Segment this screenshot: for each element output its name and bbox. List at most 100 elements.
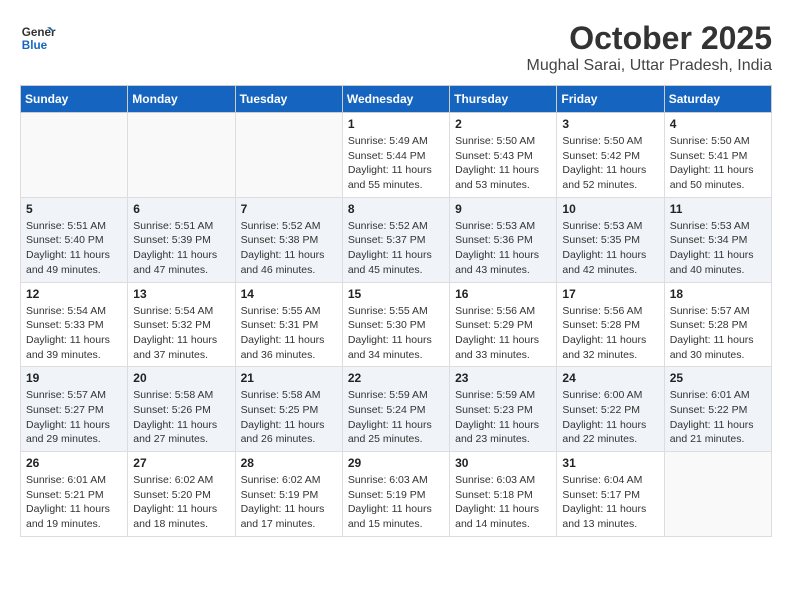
day-number: 2 — [455, 117, 551, 131]
calendar-cell: 6 Sunrise: 5:51 AM Sunset: 5:39 PM Daylig… — [128, 197, 235, 282]
calendar-cell — [21, 113, 128, 198]
weekday-header-row: SundayMondayTuesdayWednesdayThursdayFrid… — [21, 86, 772, 113]
day-number: 9 — [455, 202, 551, 216]
day-info: Sunrise: 5:50 AM Sunset: 5:43 PM Dayligh… — [455, 134, 551, 193]
day-info: Sunrise: 6:00 AM Sunset: 5:22 PM Dayligh… — [562, 388, 658, 447]
calendar-cell: 28 Sunrise: 6:02 AM Sunset: 5:19 PM Dayli… — [235, 452, 342, 537]
day-number: 17 — [562, 287, 658, 301]
day-info: Sunrise: 5:51 AM Sunset: 5:40 PM Dayligh… — [26, 219, 122, 278]
day-number: 3 — [562, 117, 658, 131]
weekday-header-sunday: Sunday — [21, 86, 128, 113]
calendar-cell: 19 Sunrise: 5:57 AM Sunset: 5:27 PM Dayli… — [21, 367, 128, 452]
day-number: 6 — [133, 202, 229, 216]
day-info: Sunrise: 5:56 AM Sunset: 5:28 PM Dayligh… — [562, 304, 658, 363]
day-number: 18 — [670, 287, 766, 301]
day-number: 20 — [133, 371, 229, 385]
day-info: Sunrise: 5:49 AM Sunset: 5:44 PM Dayligh… — [348, 134, 444, 193]
calendar-cell: 10 Sunrise: 5:53 AM Sunset: 5:35 PM Dayli… — [557, 197, 664, 282]
day-number: 28 — [241, 456, 337, 470]
month-title: October 2025 — [527, 20, 772, 57]
calendar-cell — [128, 113, 235, 198]
calendar-week-row: 19 Sunrise: 5:57 AM Sunset: 5:27 PM Dayli… — [21, 367, 772, 452]
day-info: Sunrise: 6:02 AM Sunset: 5:19 PM Dayligh… — [241, 473, 337, 532]
day-info: Sunrise: 6:03 AM Sunset: 5:18 PM Dayligh… — [455, 473, 551, 532]
day-info: Sunrise: 5:51 AM Sunset: 5:39 PM Dayligh… — [133, 219, 229, 278]
day-number: 5 — [26, 202, 122, 216]
calendar-cell: 30 Sunrise: 6:03 AM Sunset: 5:18 PM Dayli… — [450, 452, 557, 537]
calendar-cell: 31Sunrise: 6:04 AM Sunset: 5:17 PM Dayli… — [557, 452, 664, 537]
day-info: Sunrise: 5:52 AM Sunset: 5:38 PM Dayligh… — [241, 219, 337, 278]
day-number: 10 — [562, 202, 658, 216]
day-info: Sunrise: 5:53 AM Sunset: 5:36 PM Dayligh… — [455, 219, 551, 278]
calendar-cell: 25 Sunrise: 6:01 AM Sunset: 5:22 PM Dayli… — [664, 367, 771, 452]
day-info: Sunrise: 5:57 AM Sunset: 5:28 PM Dayligh… — [670, 304, 766, 363]
calendar-table: SundayMondayTuesdayWednesdayThursdayFrid… — [20, 85, 772, 537]
day-number: 16 — [455, 287, 551, 301]
calendar-cell: 7 Sunrise: 5:52 AM Sunset: 5:38 PM Daylig… — [235, 197, 342, 282]
calendar-week-row: 12 Sunrise: 5:54 AM Sunset: 5:33 PM Dayli… — [21, 282, 772, 367]
day-info: Sunrise: 5:52 AM Sunset: 5:37 PM Dayligh… — [348, 219, 444, 278]
calendar-cell: 17 Sunrise: 5:56 AM Sunset: 5:28 PM Dayli… — [557, 282, 664, 367]
day-number: 8 — [348, 202, 444, 216]
weekday-header-friday: Friday — [557, 86, 664, 113]
day-number: 25 — [670, 371, 766, 385]
day-number: 24 — [562, 371, 658, 385]
calendar-cell: 11 Sunrise: 5:53 AM Sunset: 5:34 PM Dayli… — [664, 197, 771, 282]
day-info: Sunrise: 6:04 AM Sunset: 5:17 PM Dayligh… — [562, 473, 658, 532]
day-info: Sunrise: 6:02 AM Sunset: 5:20 PM Dayligh… — [133, 473, 229, 532]
day-number: 27 — [133, 456, 229, 470]
calendar-cell: 15Sunrise: 5:55 AM Sunset: 5:30 PM Dayli… — [342, 282, 449, 367]
calendar-cell: 12 Sunrise: 5:54 AM Sunset: 5:33 PM Dayli… — [21, 282, 128, 367]
calendar-cell: 26Sunrise: 6:01 AM Sunset: 5:21 PM Dayli… — [21, 452, 128, 537]
calendar-cell: 20 Sunrise: 5:58 AM Sunset: 5:26 PM Dayli… — [128, 367, 235, 452]
calendar-cell: 8 Sunrise: 5:52 AM Sunset: 5:37 PM Daylig… — [342, 197, 449, 282]
day-info: Sunrise: 5:53 AM Sunset: 5:35 PM Dayligh… — [562, 219, 658, 278]
day-info: Sunrise: 5:58 AM Sunset: 5:26 PM Dayligh… — [133, 388, 229, 447]
calendar-cell: 22Sunrise: 5:59 AM Sunset: 5:24 PM Dayli… — [342, 367, 449, 452]
day-number: 21 — [241, 371, 337, 385]
calendar-cell: 9 Sunrise: 5:53 AM Sunset: 5:36 PM Daylig… — [450, 197, 557, 282]
calendar-cell: 27 Sunrise: 6:02 AM Sunset: 5:20 PM Dayli… — [128, 452, 235, 537]
day-number: 19 — [26, 371, 122, 385]
calendar-cell — [664, 452, 771, 537]
day-info: Sunrise: 5:50 AM Sunset: 5:42 PM Dayligh… — [562, 134, 658, 193]
day-info: Sunrise: 6:01 AM Sunset: 5:22 PM Dayligh… — [670, 388, 766, 447]
calendar-cell: 5 Sunrise: 5:51 AM Sunset: 5:40 PM Daylig… — [21, 197, 128, 282]
day-info: Sunrise: 5:54 AM Sunset: 5:32 PM Dayligh… — [133, 304, 229, 363]
calendar-cell: 23 Sunrise: 5:59 AM Sunset: 5:23 PM Dayli… — [450, 367, 557, 452]
day-info: Sunrise: 5:56 AM Sunset: 5:29 PM Dayligh… — [455, 304, 551, 363]
page-header: General Blue October 2025 Mughal Sarai, … — [20, 20, 772, 75]
day-number: 23 — [455, 371, 551, 385]
day-number: 15 — [348, 287, 444, 301]
calendar-cell: 1 Sunrise: 5:49 AM Sunset: 5:44 PM Daylig… — [342, 113, 449, 198]
day-number: 4 — [670, 117, 766, 131]
day-info: Sunrise: 5:54 AM Sunset: 5:33 PM Dayligh… — [26, 304, 122, 363]
day-info: Sunrise: 5:53 AM Sunset: 5:34 PM Dayligh… — [670, 219, 766, 278]
svg-text:Blue: Blue — [22, 39, 48, 52]
day-info: Sunrise: 5:59 AM Sunset: 5:23 PM Dayligh… — [455, 388, 551, 447]
calendar-cell: 24 Sunrise: 6:00 AM Sunset: 5:22 PM Dayli… — [557, 367, 664, 452]
calendar-cell: 4 Sunrise: 5:50 AM Sunset: 5:41 PM Daylig… — [664, 113, 771, 198]
day-info: Sunrise: 5:50 AM Sunset: 5:41 PM Dayligh… — [670, 134, 766, 193]
calendar-cell — [235, 113, 342, 198]
day-number: 30 — [455, 456, 551, 470]
logo: General Blue — [20, 20, 56, 56]
calendar-cell: 21Sunrise: 5:58 AM Sunset: 5:25 PM Dayli… — [235, 367, 342, 452]
calendar-cell: 13Sunrise: 5:54 AM Sunset: 5:32 PM Dayli… — [128, 282, 235, 367]
day-number: 11 — [670, 202, 766, 216]
day-info: Sunrise: 5:55 AM Sunset: 5:31 PM Dayligh… — [241, 304, 337, 363]
day-number: 12 — [26, 287, 122, 301]
day-number: 1 — [348, 117, 444, 131]
weekday-header-wednesday: Wednesday — [342, 86, 449, 113]
calendar-cell: 29Sunrise: 6:03 AM Sunset: 5:19 PM Dayli… — [342, 452, 449, 537]
day-number: 7 — [241, 202, 337, 216]
day-info: Sunrise: 5:59 AM Sunset: 5:24 PM Dayligh… — [348, 388, 444, 447]
calendar-cell: 16 Sunrise: 5:56 AM Sunset: 5:29 PM Dayli… — [450, 282, 557, 367]
weekday-header-monday: Monday — [128, 86, 235, 113]
day-number: 26 — [26, 456, 122, 470]
day-info: Sunrise: 5:57 AM Sunset: 5:27 PM Dayligh… — [26, 388, 122, 447]
calendar-cell: 14 Sunrise: 5:55 AM Sunset: 5:31 PM Dayli… — [235, 282, 342, 367]
day-number: 14 — [241, 287, 337, 301]
day-info: Sunrise: 6:03 AM Sunset: 5:19 PM Dayligh… — [348, 473, 444, 532]
logo-icon: General Blue — [20, 20, 56, 56]
